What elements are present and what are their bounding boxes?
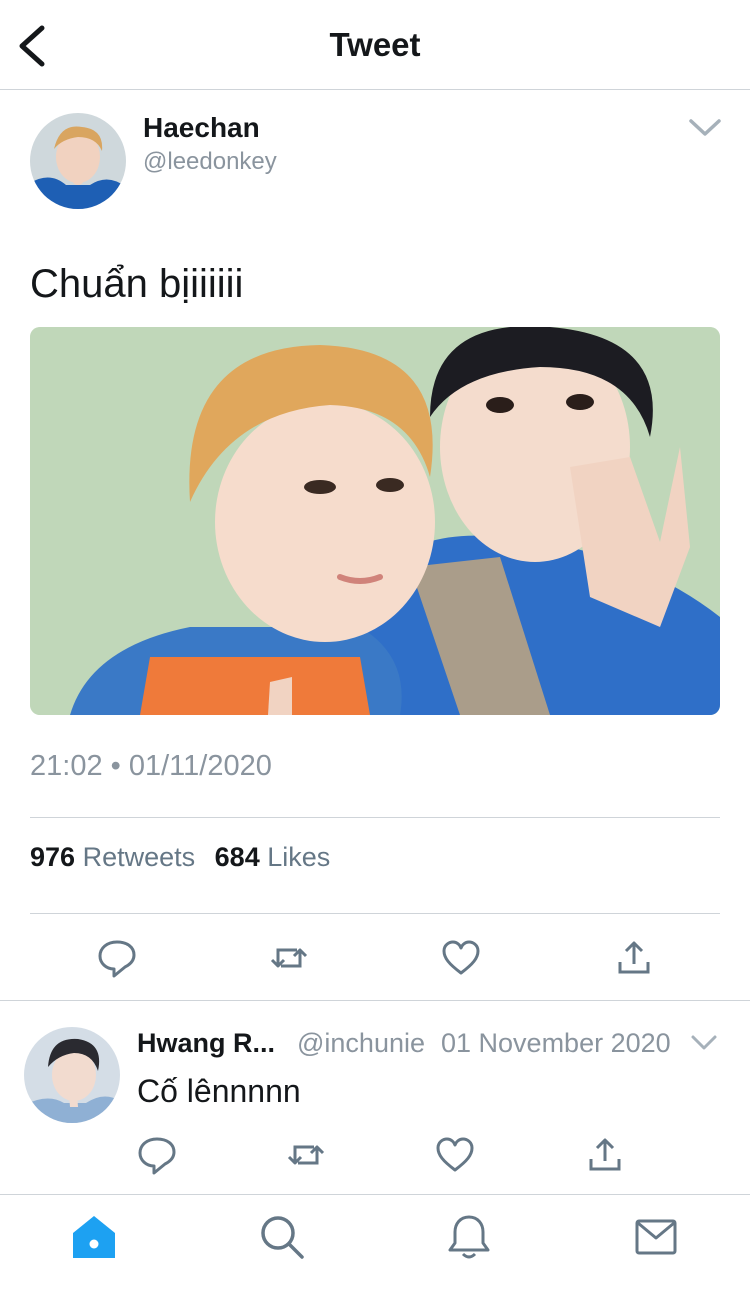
notifications-icon[interactable]: [445, 1213, 493, 1261]
like-icon[interactable]: [441, 938, 481, 978]
bottom-tab-bar: [0, 1194, 750, 1295]
likes-count[interactable]: 684: [215, 842, 260, 872]
likes-label[interactable]: Likes: [267, 842, 330, 872]
tweet-stats: 976 Retweets 684 Likes: [30, 842, 342, 873]
share-icon[interactable]: [585, 1135, 625, 1175]
retweets-count[interactable]: 976: [30, 842, 75, 872]
share-icon[interactable]: [614, 938, 654, 978]
chevron-down-icon[interactable]: [690, 1033, 718, 1053]
reply-author-handle[interactable]: @inchunie: [297, 1028, 425, 1059]
home-icon[interactable]: [70, 1213, 118, 1261]
like-icon[interactable]: [435, 1135, 475, 1175]
search-icon[interactable]: [258, 1213, 306, 1261]
tweet-photo[interactable]: [30, 327, 720, 715]
retweet-icon[interactable]: [269, 938, 309, 978]
reply-text: Cố lênnnnn: [137, 1073, 301, 1109]
author-handle[interactable]: @leedonkey: [143, 148, 277, 176]
author-name[interactable]: Haechan: [143, 112, 260, 144]
retweet-icon[interactable]: [286, 1135, 326, 1175]
page-title: Tweet: [329, 26, 421, 63]
reply-icon[interactable]: [137, 1135, 177, 1175]
messages-icon[interactable]: [632, 1213, 680, 1261]
chevron-down-icon[interactable]: [688, 116, 722, 140]
reply-avatar[interactable]: [24, 1027, 120, 1123]
reply-icon[interactable]: [97, 938, 137, 978]
divider: [30, 913, 720, 914]
reply-date: 01 November 2020: [441, 1028, 671, 1058]
tweet-timestamp: 21:02 • 01/11/2020: [30, 750, 272, 782]
retweets-label[interactable]: Retweets: [83, 842, 196, 872]
divider: [0, 1000, 750, 1001]
divider: [30, 817, 720, 818]
author-avatar[interactable]: [30, 113, 126, 209]
reply-author-name[interactable]: Hwang R...: [137, 1028, 275, 1059]
tweet-text: Chuẩn bịiiiiii: [30, 262, 244, 306]
top-bar: Tweet: [0, 0, 750, 90]
